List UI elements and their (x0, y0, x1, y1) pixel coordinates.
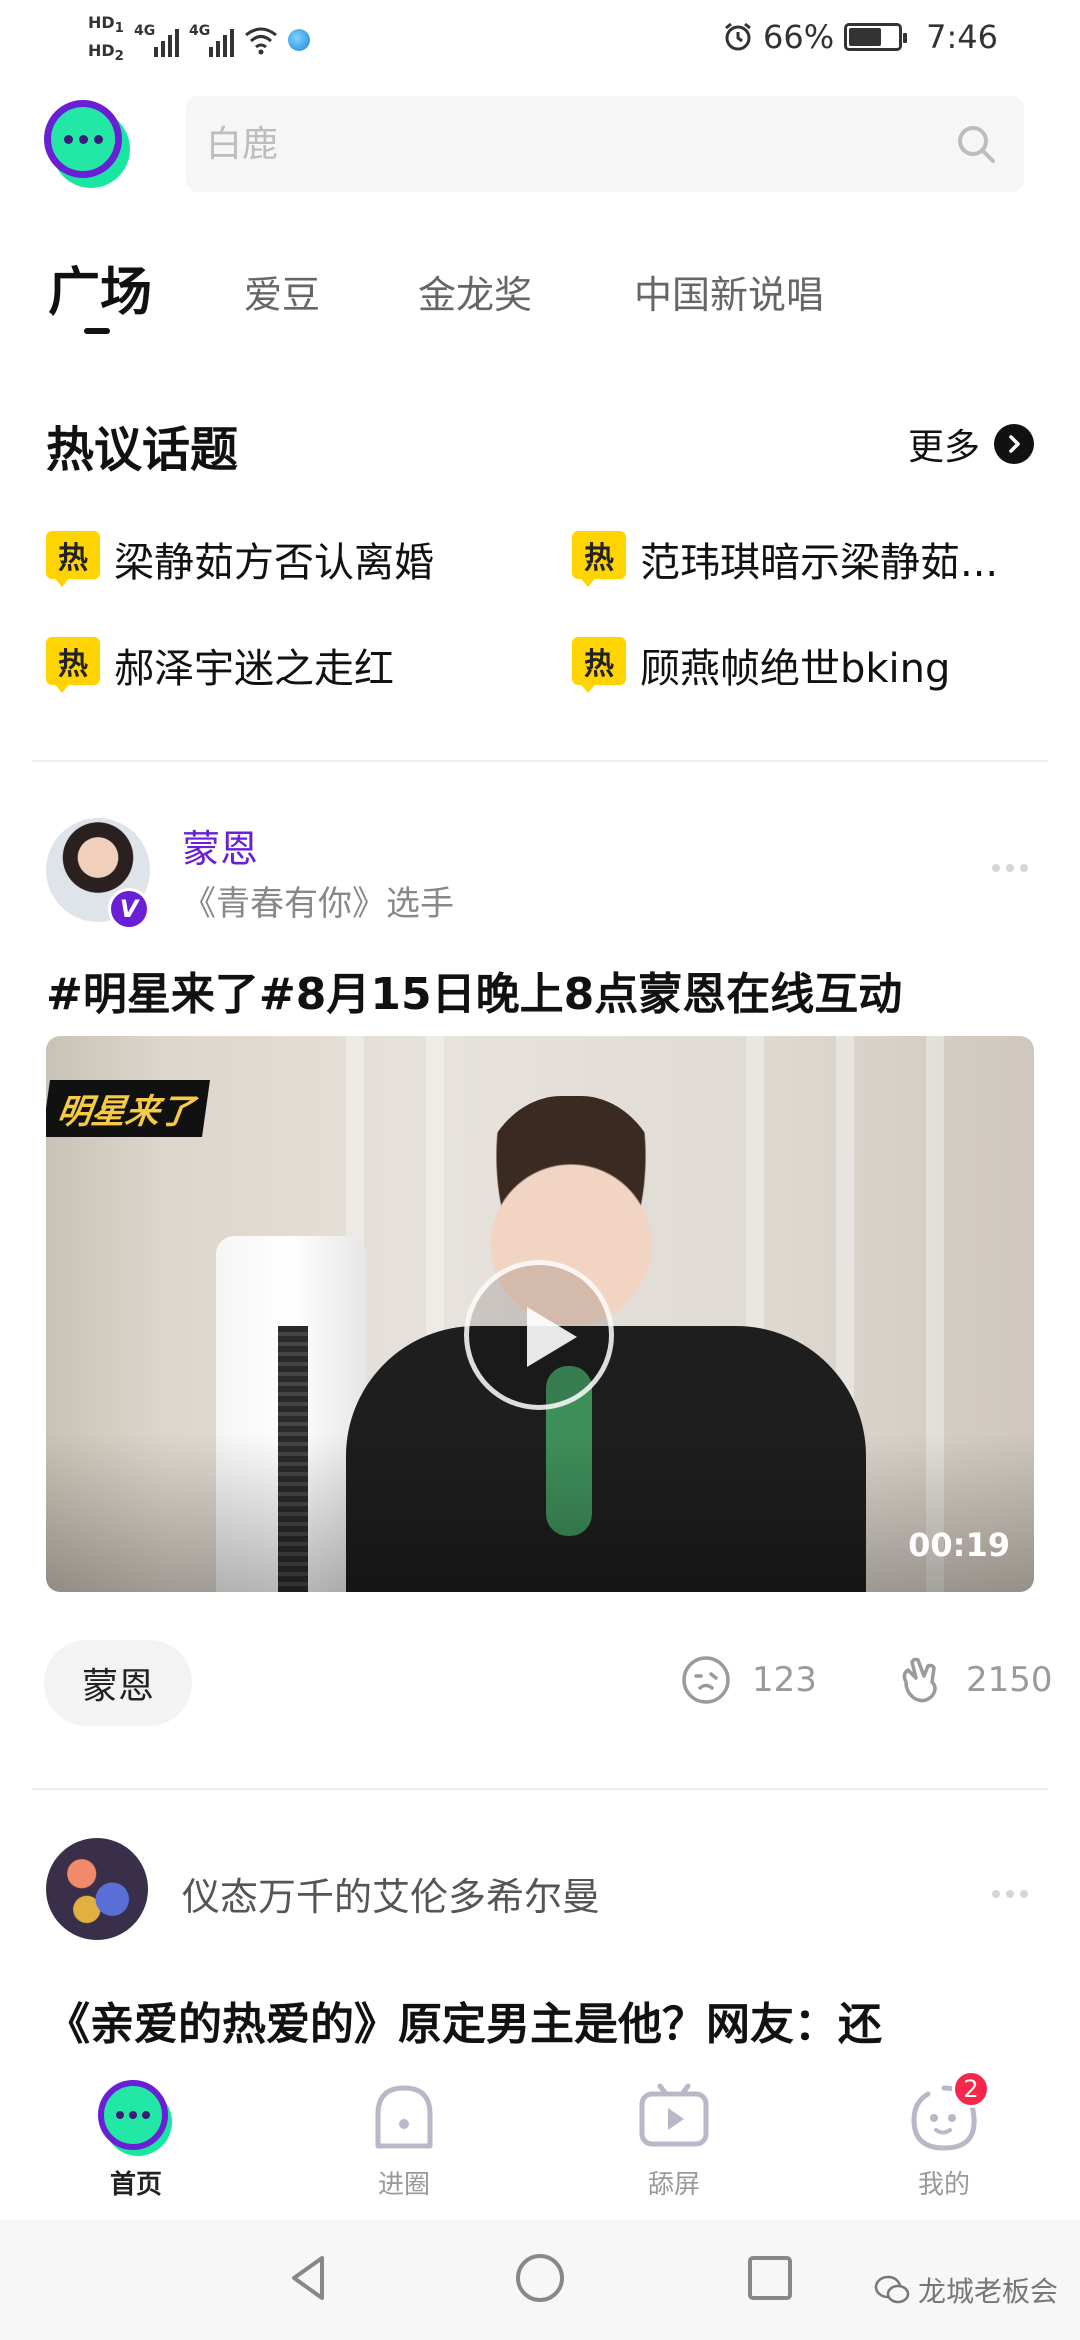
net1-label: 4G (133, 23, 156, 40)
watermark: 龙城老板会 (874, 2270, 1058, 2310)
video-player[interactable]: 明星来了 00:19 (46, 1036, 1034, 1592)
post-title[interactable]: 《亲爱的热爱的》原定男主是他？网友：还 (46, 1988, 882, 2052)
like-count: 2150 (966, 1660, 1053, 1700)
like-button[interactable]: 2150 (892, 1652, 1053, 1708)
watermark-text: 龙城老板会 (917, 2275, 1058, 2308)
hot-topic-text: 顾燕帧绝世bking (640, 646, 951, 692)
notification-badge: 2 (952, 2070, 990, 2108)
signal-2-icon: 4G (188, 23, 234, 58)
search-input[interactable] (206, 116, 906, 172)
tab-jinlongjiang[interactable]: 金龙奖 (418, 264, 532, 319)
category-tabs: 广场 爱豆 金龙奖 中国新说唱 (48, 250, 1048, 340)
hot-badge-icon: 热 (572, 531, 626, 587)
more-label: 更多 (907, 427, 980, 468)
hd-indicator: HD1 HD2 (88, 12, 124, 68)
search-bar[interactable] (186, 96, 1024, 192)
chevron-right-icon (994, 424, 1034, 464)
nav-profile[interactable]: 2 我的 (864, 2070, 1024, 2201)
hot-topics-title: 热议话题 (46, 422, 239, 478)
show-logo: 明星来了 (46, 1080, 211, 1137)
comment-face-icon (682, 1656, 730, 1704)
topic-tag-chip[interactable]: 蒙恩 (44, 1640, 193, 1726)
home-icon (98, 2080, 174, 2156)
hot-topic-text: 梁静茹方否认离婚 (114, 530, 444, 588)
wifi-icon (245, 27, 277, 55)
wechat-icon (874, 2275, 910, 2304)
tab-zhongguoxinshuochang[interactable]: 中国新说唱 (634, 264, 824, 319)
verified-badge: V (108, 888, 150, 930)
status-right: 66% 7:46 (723, 18, 998, 56)
comment-button[interactable]: 123 (678, 1652, 817, 1708)
back-icon[interactable] (282, 2250, 338, 2306)
hd2-label: HD (88, 41, 115, 61)
nav-label: 进圈 (377, 2170, 430, 2200)
circle-icon (375, 2085, 433, 2149)
hot-badge-icon: 热 (46, 531, 100, 587)
nav-home[interactable]: 首页 (56, 2080, 216, 2201)
hot-badge-icon: 热 (572, 637, 626, 693)
hot-topic-item[interactable]: 热 梁静茹方否认离婚 (46, 530, 444, 588)
more-options-icon[interactable] (992, 864, 1032, 876)
nav-label: 舔屏 (647, 2170, 700, 2200)
nav-tv[interactable]: 舔屏 (594, 2080, 754, 2201)
hd2-sub: 2 (114, 49, 124, 65)
tab-aidou[interactable]: 爱豆 (244, 264, 320, 319)
battery-percent: 66% (763, 18, 835, 56)
post-author[interactable]: 蒙恩 (182, 818, 258, 873)
search-icon[interactable] (954, 122, 998, 166)
tab-indicator (84, 328, 110, 334)
tab-guangchang[interactable]: 广场 (48, 250, 152, 325)
hot-topic-text: 范玮琪暗示梁静茹... (640, 530, 1040, 588)
more-link[interactable]: 更多 (908, 418, 1034, 470)
post-author-subtitle: 《青春有你》选手 (182, 884, 454, 924)
hot-topic-text: 郝泽宇迷之走红 (114, 646, 394, 692)
clock: 7:46 (926, 18, 998, 56)
hot-badge-icon: 热 (46, 637, 100, 693)
more-options-icon[interactable] (992, 1890, 1032, 1902)
finger-heart-icon (902, 1657, 937, 1703)
battery-icon (844, 23, 908, 51)
post-title[interactable]: #明星来了#8月15日晚上8点蒙恩在线互动 (46, 958, 902, 1022)
app-logo-icon[interactable] (44, 100, 130, 188)
post-author[interactable]: 仪态万千的艾伦多希尔曼 (182, 1866, 600, 1921)
nav-label: 我的 (917, 2170, 970, 2200)
hd1-label: HD (88, 13, 115, 32)
status-bar: HD1 HD2 4G 4G 66% 7:46 (0, 0, 1080, 80)
tv-icon (639, 2083, 709, 2147)
hot-topic-item[interactable]: 热 顾燕帧绝世bking (572, 636, 950, 694)
net2-label: 4G (188, 23, 211, 40)
comment-count: 123 (752, 1660, 817, 1700)
video-duration: 00:19 (908, 1526, 1010, 1564)
system-nav-bar: 龙城老板会 (0, 2220, 1080, 2340)
nav-circle[interactable]: 进圈 (324, 2080, 484, 2201)
battery-fill (849, 28, 881, 46)
nav-label: 首页 (109, 2170, 162, 2200)
play-icon[interactable] (464, 1260, 614, 1410)
signal-1-icon: 4G (133, 23, 179, 58)
profile-icon: 2 (906, 2070, 990, 2156)
hd1-sub: 1 (114, 21, 124, 37)
section-divider (32, 760, 1048, 762)
home-circle-icon[interactable] (512, 2250, 568, 2306)
hot-topic-item[interactable]: 热 范玮琪暗示梁静茹... (572, 530, 1040, 588)
alarm-icon (725, 22, 751, 51)
avatar[interactable] (46, 1838, 148, 1940)
recents-icon[interactable] (742, 2250, 798, 2306)
browser-icon (287, 29, 310, 52)
bottom-nav: 首页 进圈 舔屏 2 我的 (0, 2060, 1080, 2220)
post-divider (32, 1788, 1048, 1790)
status-left: HD1 HD2 4G 4G (88, 12, 310, 68)
hot-topic-item[interactable]: 热 郝泽宇迷之走红 (46, 636, 394, 694)
